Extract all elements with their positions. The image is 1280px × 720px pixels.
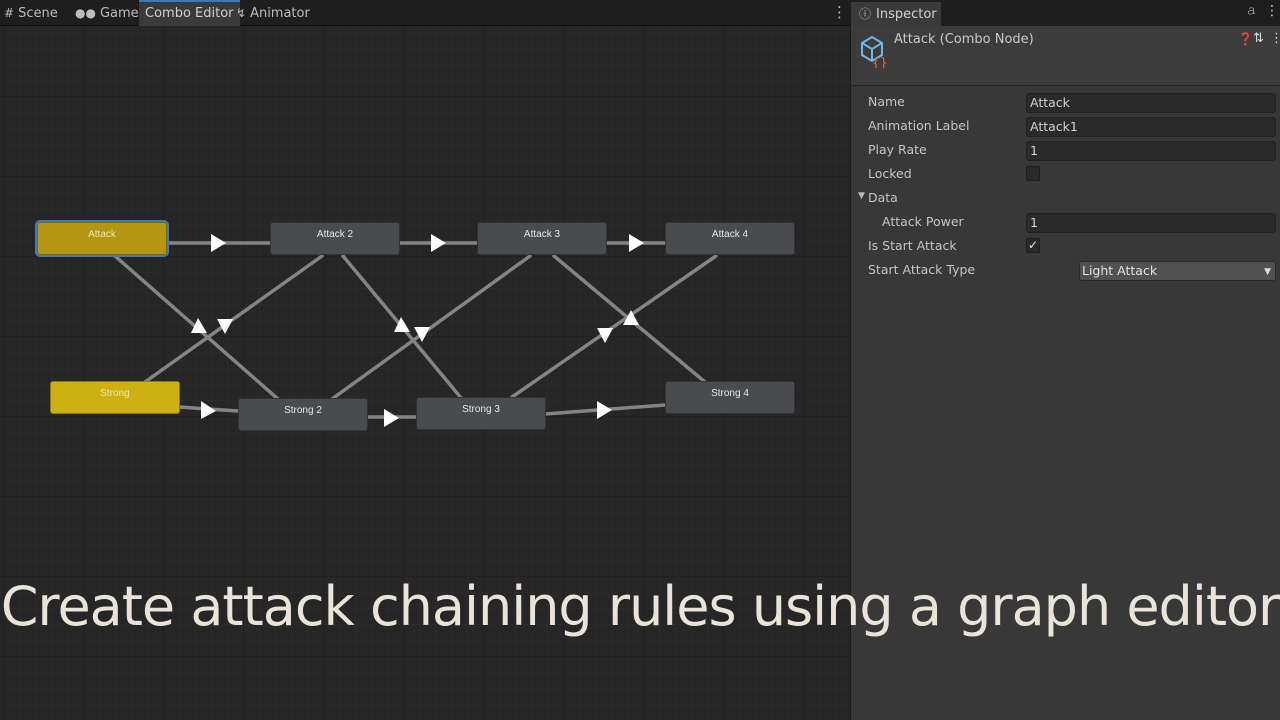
tab-label: Scene xyxy=(18,6,58,21)
node-label: Attack xyxy=(88,229,116,240)
tab-animator[interactable]: ↯ Animator xyxy=(236,0,310,26)
node-strong-3[interactable]: Strong 3 xyxy=(416,397,546,430)
node-label: Attack 4 xyxy=(711,229,749,240)
attack-power-field[interactable]: 1 xyxy=(1026,213,1276,233)
name-field[interactable]: Attack xyxy=(1026,93,1276,113)
more-options-icon[interactable]: ⋮ xyxy=(1265,3,1279,19)
field-row-play-rate: Play Rate 1 xyxy=(851,139,1280,161)
field-row-name: Name Attack xyxy=(851,91,1280,113)
svg-text:{}: {} xyxy=(872,56,888,68)
grid-icon: # xyxy=(4,6,15,20)
tab-label: Inspector xyxy=(876,7,937,22)
field-row-is-start-attack: Is Start Attack ✓ xyxy=(851,235,1280,257)
presets-icon[interactable]: ⇅ xyxy=(1253,31,1264,46)
info-icon: ⓘ xyxy=(859,7,872,21)
node-strong-4[interactable]: Strong 4 xyxy=(665,381,795,414)
lock-icon[interactable]: 𝚊 xyxy=(1247,3,1256,18)
tab-label: Animator xyxy=(250,6,310,21)
node-label: Attack 2 xyxy=(316,229,354,240)
foldout-data[interactable]: ▼ Data xyxy=(851,187,1280,209)
node-strong-2[interactable]: Strong 2 xyxy=(238,398,368,431)
foldout-label: Data xyxy=(868,190,898,205)
field-label: Attack Power xyxy=(882,214,964,229)
inspector-header: {} Attack (Combo Node) ❓ ⇅ ⋮ xyxy=(851,26,1280,86)
editor-tab-bar: # Scene ●● Game Combo Editor ↯ Animator ⋮ xyxy=(0,0,850,26)
gamepad-icon: ●● xyxy=(75,6,96,20)
play-rate-field[interactable]: 1 xyxy=(1026,141,1276,161)
tab-scene[interactable]: # Scene xyxy=(4,0,58,26)
field-row-attack-power: Attack Power 1 xyxy=(851,211,1280,233)
node-label: Strong xyxy=(100,388,130,399)
node-label: Strong 2 xyxy=(284,405,322,416)
field-label: Is Start Attack xyxy=(868,238,957,253)
field-label: Play Rate xyxy=(868,142,927,157)
start-attack-type-dropdown[interactable]: Light Attack ▼ xyxy=(1079,261,1276,281)
field-label: Locked xyxy=(868,166,912,181)
field-row-animation-label: Animation Label Attack1 xyxy=(851,115,1280,137)
field-row-start-attack-type: Start Attack Type Light Attack ▼ xyxy=(851,259,1280,281)
chevron-down-icon: ▼ xyxy=(1264,267,1271,277)
inspector-title: Attack (Combo Node) xyxy=(894,32,1034,47)
more-options-icon[interactable]: ⋮ xyxy=(1270,31,1280,46)
inspector-tab-bar: ⓘ Inspector 𝚊 ⋮ xyxy=(851,0,1280,26)
help-icon[interactable]: ❓ xyxy=(1238,32,1253,46)
more-options-icon[interactable]: ⋮ xyxy=(832,4,847,20)
node-attack-2[interactable]: Attack 2 xyxy=(270,222,400,255)
field-label: Start Attack Type xyxy=(868,262,976,277)
node-label: Strong 4 xyxy=(711,388,749,399)
node-label: Strong 3 xyxy=(462,404,500,415)
animator-icon: ↯ xyxy=(236,6,247,20)
node-attack-3[interactable]: Attack 3 xyxy=(477,222,607,255)
script-icon: {} xyxy=(861,35,888,68)
tab-combo-editor[interactable]: Combo Editor xyxy=(139,0,240,26)
node-attack[interactable]: Attack xyxy=(37,222,167,255)
locked-checkbox[interactable] xyxy=(1026,166,1040,181)
node-attack-4[interactable]: Attack 4 xyxy=(665,222,795,255)
is-start-attack-checkbox[interactable]: ✓ xyxy=(1026,238,1040,253)
tab-game[interactable]: ●● Game xyxy=(75,0,139,26)
node-strong[interactable]: Strong xyxy=(50,381,180,414)
field-label: Name xyxy=(868,94,905,109)
field-row-locked: Locked xyxy=(851,163,1280,185)
tab-label: Combo Editor xyxy=(145,6,234,21)
foldout-arrow-icon[interactable]: ▼ xyxy=(858,191,865,201)
tab-inspector[interactable]: ⓘ Inspector xyxy=(851,2,941,26)
dropdown-value: Light Attack xyxy=(1082,263,1158,278)
field-label: Animation Label xyxy=(868,118,970,133)
node-label: Attack 3 xyxy=(523,229,561,240)
animation-label-field[interactable]: Attack1 xyxy=(1026,117,1276,137)
caption-overlay: Create attack chaining rules using a gra… xyxy=(0,575,1280,638)
tab-label: Game xyxy=(99,6,139,21)
